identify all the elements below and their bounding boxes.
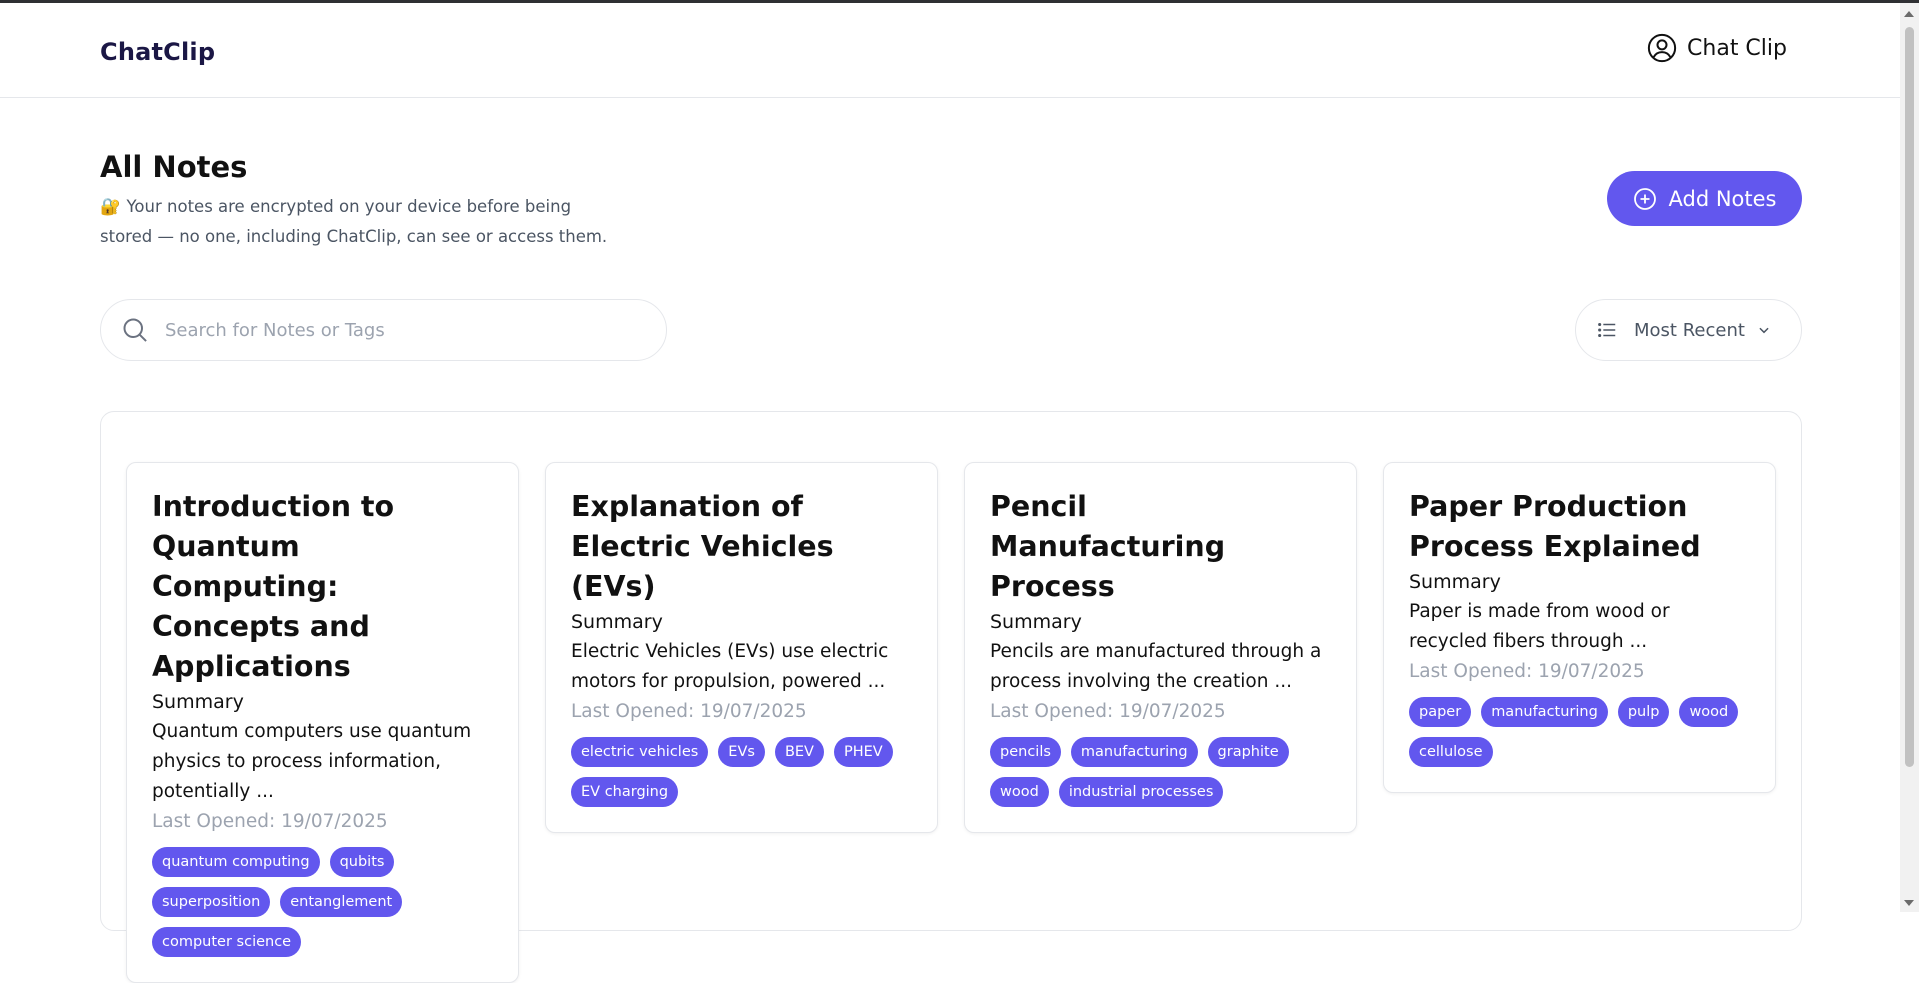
note-tags: electric vehicles EVs BEV PHEV EV chargi… (571, 737, 912, 807)
user-circle-icon (1647, 33, 1677, 63)
scrollbar-thumb[interactable] (1905, 27, 1914, 767)
note-summary: Pencils are manufactured through a proce… (990, 641, 1322, 692)
app-logo[interactable]: ChatClip (100, 38, 215, 66)
tag-chip[interactable]: superposition (152, 887, 271, 917)
note-tags: paper manufacturing pulp wood cellulose (1409, 697, 1750, 767)
tag-chip[interactable]: manufacturing (1481, 697, 1608, 727)
vertical-scrollbar[interactable] (1900, 3, 1919, 912)
note-card[interactable]: Paper Production Process Explained Summa… (1383, 462, 1776, 793)
list-icon (1598, 322, 1616, 338)
tag-chip[interactable]: BEV (774, 737, 824, 767)
note-last-opened: Last Opened: 19/07/2025 (152, 811, 388, 832)
sort-dropdown[interactable]: Most Recent (1575, 299, 1802, 361)
tag-chip[interactable]: EV charging (571, 777, 679, 807)
note-summary-label: Summary (990, 611, 1082, 633)
tag-chip[interactable]: PHEV (833, 737, 893, 767)
note-last-opened: Last Opened: 19/07/2025 (990, 701, 1226, 722)
note-summary-label: Summary (1409, 571, 1501, 593)
tag-chip[interactable]: pencils (990, 737, 1061, 767)
scroll-down-arrow-icon[interactable] (1904, 900, 1914, 906)
tag-chip[interactable]: cellulose (1409, 737, 1493, 767)
user-name: Chat Clip (1687, 35, 1787, 61)
tag-chip[interactable]: EVs (718, 737, 765, 767)
user-menu[interactable]: Chat Clip (1647, 33, 1787, 63)
search-icon (123, 318, 147, 342)
tag-chip[interactable]: wood (1679, 697, 1739, 727)
note-card[interactable]: Pencil Manufacturing Process Summary Pen… (964, 462, 1357, 833)
tag-chip[interactable]: pulp (1617, 697, 1670, 727)
note-card[interactable]: Explanation of Electric Vehicles (EVs) S… (545, 462, 938, 833)
note-title: Pencil Manufacturing Process (990, 490, 1226, 603)
search-input[interactable] (163, 318, 666, 342)
add-notes-label: Add Notes (1668, 186, 1777, 211)
tag-chip[interactable]: qubits (329, 847, 395, 877)
tag-chip[interactable]: computer science (152, 927, 302, 957)
note-card[interactable]: Introduction to Quantum Computing: Conce… (126, 462, 519, 983)
encryption-notice-text: Your notes are encrypted on your device … (100, 197, 608, 246)
tag-chip[interactable]: manufacturing (1070, 737, 1198, 767)
note-summary-label: Summary (152, 691, 244, 713)
note-summary: Paper is made from wood or recycled fibe… (1409, 601, 1670, 652)
note-title: Explanation of Electric Vehicles (EVs) (571, 490, 834, 603)
note-last-opened: Last Opened: 19/07/2025 (571, 701, 807, 722)
note-summary-label: Summary (571, 611, 663, 633)
note-summary: Quantum computers use quantum physics to… (152, 721, 472, 802)
search-bar[interactable] (100, 299, 667, 361)
chevron-down-icon (1759, 327, 1769, 334)
tag-chip[interactable]: graphite (1207, 737, 1289, 767)
scroll-up-arrow-icon[interactable] (1904, 11, 1914, 17)
note-title: Introduction to Quantum Computing: Conce… (152, 490, 395, 683)
note-tags: pencils manufacturing graphite wood indu… (990, 737, 1331, 807)
page-title: All Notes (100, 150, 248, 184)
note-title: Paper Production Process Explained (1409, 490, 1701, 563)
tag-chip[interactable]: industrial processes (1058, 777, 1224, 807)
top-navbar: ChatClip Chat Clip (0, 3, 1900, 98)
add-notes-button[interactable]: Add Notes (1607, 171, 1802, 226)
note-tags: quantum computing qubits superposition e… (152, 847, 493, 957)
plus-circle-icon (1633, 187, 1656, 210)
tag-chip[interactable]: entanglement (280, 887, 403, 917)
note-last-opened: Last Opened: 19/07/2025 (1409, 661, 1645, 682)
sort-selected-value: Most Recent (1634, 319, 1745, 341)
note-summary: Electric Vehicles (EVs) use electric mot… (571, 641, 889, 692)
tag-chip[interactable]: wood (990, 777, 1049, 807)
lock-icon: 🔐 (100, 197, 121, 216)
encryption-notice: 🔐 Your notes are encrypted on your device… (100, 192, 620, 252)
tag-chip[interactable]: quantum computing (152, 847, 320, 877)
tag-chip[interactable]: electric vehicles (571, 737, 709, 767)
tag-chip[interactable]: paper (1409, 697, 1472, 727)
